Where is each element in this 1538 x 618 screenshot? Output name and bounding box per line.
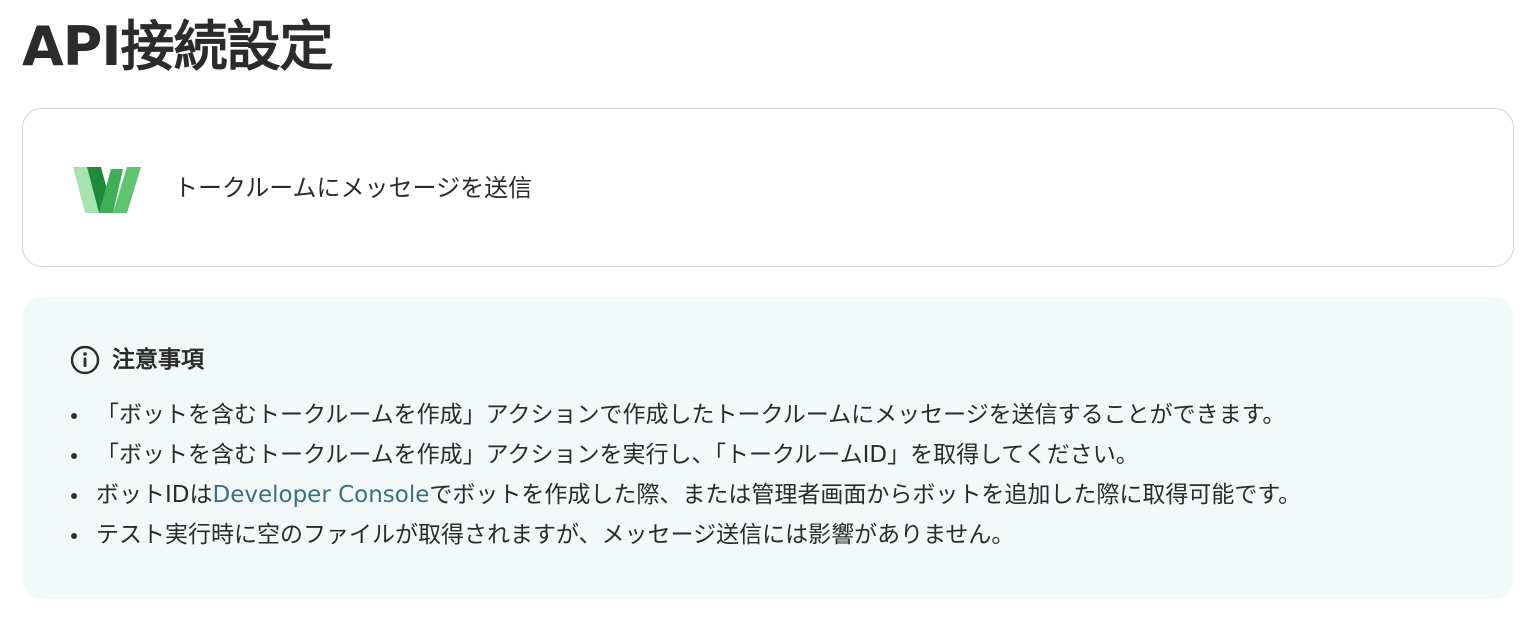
notice-header: 注意事項 xyxy=(70,343,204,377)
info-circle-icon xyxy=(70,345,100,375)
list-item: 「ボットを含むトークルームを作成」アクションで作成したトークルームにメッセージを… xyxy=(70,395,1301,435)
action-label: トークルームにメッセージを送信 xyxy=(174,174,533,202)
list-item-suffix: でボットを作成した際、または管理者画面からボットを追加した際に取得可能です。 xyxy=(429,482,1302,508)
notice-box: 注意事項 「ボットを含むトークルームを作成」アクションで作成したトークルームにメ… xyxy=(22,297,1514,599)
list-item: ボットIDはDeveloper Consoleでボットを作成した際、または管理者… xyxy=(70,475,1301,515)
line-works-logo-icon xyxy=(73,167,141,213)
list-item: テスト実行時に空のファイルが取得されますが、メッセージ送信には影響がありません。 xyxy=(70,515,1301,555)
notice-list: 「ボットを含むトークルームを作成」アクションで作成したトークルームにメッセージを… xyxy=(70,395,1301,555)
page-title: API接続設定 xyxy=(22,15,333,78)
list-item: 「ボットを含むトークルームを作成」アクションを実行し、「トークルームID」を取得… xyxy=(70,435,1301,475)
action-card-send-message[interactable]: トークルームにメッセージを送信 xyxy=(22,108,1514,267)
notice-title: 注意事項 xyxy=(112,347,204,373)
developer-console-link[interactable]: Developer Console xyxy=(213,482,430,508)
list-item-prefix: ボットIDは xyxy=(96,482,213,508)
